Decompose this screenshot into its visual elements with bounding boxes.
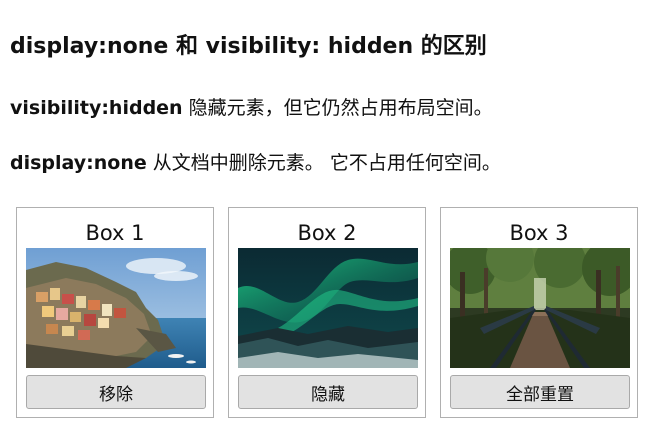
display-text: 从文档中删除元素。 它不占用任何空间。	[146, 152, 501, 174]
box-3: Box 3 全部重置	[440, 207, 638, 418]
aurora-photo	[238, 248, 418, 368]
visibility-text: 隐藏元素，但它仍然占用布局空间。	[182, 97, 493, 119]
forest-bridge-photo	[450, 248, 630, 368]
display-description: display:none 从文档中删除元素。 它不占用任何空间。	[10, 147, 501, 179]
reset-all-button[interactable]: 全部重置	[450, 375, 630, 409]
page-title: display:none 和 visibility: hidden 的区别	[10, 34, 487, 59]
box-3-label: Box 3	[509, 221, 569, 245]
box-2: Box 2 隐藏	[228, 207, 426, 418]
visibility-description: visibility:hidden 隐藏元素，但它仍然占用布局空间。	[10, 92, 493, 124]
box-1: Box 1 移除	[16, 207, 214, 418]
remove-button[interactable]: 移除	[26, 375, 206, 409]
box-1-label: Box 1	[85, 221, 145, 245]
hide-button[interactable]: 隐藏	[238, 375, 418, 409]
display-code-label: display:none	[10, 152, 147, 174]
visibility-code-label: visibility:hidden	[10, 97, 183, 119]
box-2-label: Box 2	[297, 221, 357, 245]
coastal-village-photo	[26, 248, 206, 368]
